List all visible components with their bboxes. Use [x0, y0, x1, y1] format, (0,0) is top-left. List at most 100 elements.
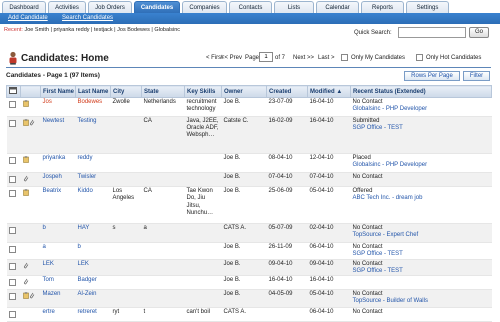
table-row[interactable]: Newtest Testing CA Java, J2EE, Oracle ADF, … — [6, 116, 492, 154]
candidate-last-name-link[interactable]: HAY — [78, 225, 90, 231]
candidate-last-name-link[interactable]: Bodewes — [78, 99, 103, 105]
only-hot-candidates-checkbox[interactable] — [416, 54, 423, 61]
candidate-first-name-link[interactable]: Mazen — [43, 291, 61, 297]
candidate-first-name-link[interactable]: Jospeh — [43, 174, 62, 180]
column-first-name[interactable]: First Name — [40, 85, 76, 98]
last-name-cell: retreret — [75, 307, 111, 322]
tab-candidates[interactable]: Candidates — [134, 1, 180, 13]
pager-prev-link[interactable]: << Prev — [221, 55, 242, 61]
candidate-first-name-link[interactable]: a — [43, 244, 46, 250]
pager-last-link[interactable]: Last > — [318, 55, 335, 61]
tab-companies[interactable]: Companies — [182, 1, 227, 13]
created-cell: 07-04-10 — [266, 172, 308, 188]
row-checkbox[interactable] — [8, 157, 16, 164]
table-row[interactable]: Tom Badger Joe B. 16-04-10 16-04-10 — [6, 275, 492, 291]
select-all-header[interactable] — [6, 85, 21, 98]
candidate-last-name-link[interactable]: Al-Zein — [78, 291, 97, 297]
table-row[interactable]: Jospeh Twisler Joe B. 07-04-10 07-04-10 No Co… — [6, 172, 492, 188]
row-checkbox[interactable] — [8, 101, 16, 108]
filter-button[interactable]: Filter — [463, 71, 490, 81]
candidate-first-name-link[interactable]: Tom — [43, 277, 54, 283]
rows-per-page-button[interactable]: Rows Per Page — [404, 71, 460, 81]
table-row[interactable]: priyanka reddy Joe B. 08-04-10 12-04-10 Place… — [6, 153, 492, 173]
state-cell: CA — [141, 186, 185, 225]
row-checkbox[interactable] — [8, 246, 16, 254]
candidate-last-name-link[interactable]: Badger — [78, 277, 97, 283]
row-checkbox-cell — [6, 186, 21, 225]
candidate-last-name-link[interactable]: b — [78, 244, 81, 250]
column-last-name[interactable]: Last Name — [75, 85, 111, 98]
last-name-cell: b — [75, 242, 111, 260]
quick-search-input[interactable] — [398, 27, 466, 38]
row-checkbox[interactable] — [8, 262, 16, 270]
column-recent-status[interactable]: Recent Status (Extended) — [350, 85, 492, 98]
state-cell — [141, 259, 185, 277]
paperclip-icon — [23, 278, 28, 285]
tab-dashboard[interactable]: Dashboard — [2, 1, 46, 13]
only-my-candidates-checkbox[interactable] — [341, 54, 348, 61]
tab-job-orders[interactable]: Job Orders — [88, 1, 132, 13]
row-checkbox[interactable] — [8, 311, 16, 319]
tab-activities[interactable]: Activities — [48, 1, 86, 13]
column-created[interactable]: Created — [266, 85, 308, 98]
row-checkbox[interactable] — [8, 227, 16, 235]
search-candidates-link[interactable]: Search Candidates — [62, 13, 113, 24]
candidate-first-name-link[interactable]: LEK — [43, 261, 54, 267]
modified-cell: 05-04-10 — [307, 186, 351, 225]
row-checkbox[interactable] — [8, 190, 16, 198]
status-pipeline-link[interactable]: TopSource - Builder of Walls — [353, 298, 490, 305]
row-checkbox-cell — [6, 97, 21, 117]
table-row[interactable]: a b Joe B. 26-11-09 06-04-10 No Contact SGP Of… — [6, 242, 492, 260]
row-checkbox[interactable] — [8, 120, 16, 127]
tab-lists[interactable]: Lists — [274, 1, 314, 13]
row-checkbox[interactable] — [8, 176, 16, 183]
column-key-skills[interactable]: Key Skills — [184, 85, 222, 98]
recent-list[interactable]: Joe Smith | priyanka reddy | testjack | … — [25, 27, 181, 33]
table-row[interactable]: Beatrix Kiddo Los Angeles CA Tae Kwon Do, Ji… — [6, 186, 492, 225]
divider — [6, 67, 491, 68]
row-checkbox[interactable] — [8, 293, 16, 301]
quick-search-go-button[interactable]: Go — [469, 27, 489, 38]
candidate-last-name-link[interactable]: Twisler — [78, 174, 97, 180]
status-pipeline-link[interactable]: SGP Office - TEST — [353, 251, 490, 258]
candidate-first-name-link[interactable]: Beatrix — [43, 188, 62, 194]
candidate-first-name-link[interactable]: priyanka — [43, 155, 66, 161]
candidate-last-name-link[interactable]: reddy — [78, 155, 93, 161]
last-name-cell: Bodewes — [75, 97, 111, 117]
candidate-last-name-link[interactable]: retreret — [78, 309, 97, 315]
table-row[interactable]: Jos Bodewes Zwolle Netherlands recruitment t… — [6, 97, 492, 117]
status-pipeline-link[interactable]: TopSource - Expert Chef — [353, 232, 490, 239]
candidate-last-name-link[interactable]: LEK — [78, 261, 89, 267]
row-checkbox[interactable] — [8, 279, 16, 287]
status-pipeline-link[interactable]: SGP Office - TEST — [353, 125, 490, 132]
tab-calendar[interactable]: Calendar — [316, 1, 359, 13]
key-skills-cell — [184, 153, 222, 173]
candidate-last-name-link[interactable]: Kiddo — [78, 188, 93, 194]
table-row[interactable]: b HAY s a CATS A. 05-07-09 02-04-10 No Contact T… — [6, 223, 492, 244]
pager-next-link[interactable]: Next >> — [293, 55, 314, 61]
row-attachment-icons — [20, 186, 41, 225]
tab-settings[interactable]: Settings — [406, 1, 449, 13]
status-pipeline-link[interactable]: Globalsinc - PHP Developer — [353, 106, 490, 113]
add-candidate-link[interactable]: Add Candidate — [8, 13, 48, 24]
table-row[interactable]: Mazen Al-Zein Joe B. 04-05-09 05-04-10 No Con… — [6, 289, 492, 309]
column-owner[interactable]: Owner — [221, 85, 267, 98]
candidate-first-name-link[interactable]: Jos — [43, 99, 52, 105]
status-pipeline-link[interactable]: ABC Tech Inc. - dream job — [353, 195, 490, 202]
status-pipeline-link[interactable]: Globalsinc - PHP Developer — [353, 162, 490, 169]
column-city[interactable]: City — [110, 85, 142, 98]
candidate-first-name-link[interactable]: Newtest — [43, 118, 65, 124]
column-modified[interactable]: Modified ▲ — [307, 85, 351, 98]
candidate-first-name-link[interactable]: b — [43, 225, 46, 231]
column-state[interactable]: State — [141, 85, 185, 98]
candidate-first-name-link[interactable]: ertre — [43, 309, 55, 315]
pager-page-input[interactable] — [259, 52, 273, 62]
modified-cell: 02-04-10 — [307, 223, 351, 244]
tab-contacts[interactable]: Contacts — [229, 1, 272, 13]
status-pipeline-link[interactable]: SGP Office - TEST — [353, 268, 490, 275]
candidate-last-name-link[interactable]: Testing — [78, 118, 97, 124]
tab-reports[interactable]: Reports — [361, 1, 404, 13]
table-row[interactable]: ertre retreret ryt t can't boil CATS A. 06-04-… — [6, 307, 492, 322]
table-row[interactable]: LEK LEK Joe B. 09-04-10 09-04-10 No Contact SG… — [6, 259, 492, 277]
state-cell — [141, 289, 185, 309]
